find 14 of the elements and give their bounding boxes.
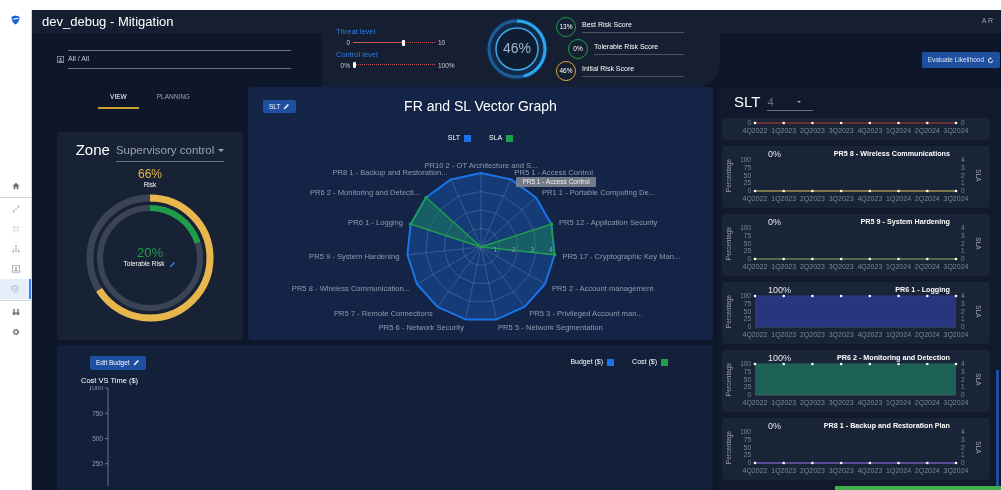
slt-dropdown[interactable]: 4: [767, 93, 814, 112]
window-title: dev_debug - Mitigation: [42, 12, 174, 31]
gauge-value: 46%: [502, 39, 532, 58]
percent-value: 0%: [768, 421, 781, 431]
risk-value: 66%: [138, 167, 162, 181]
tolerable-risk-value: 20%: [137, 246, 163, 260]
percent-value: 100%: [768, 285, 792, 295]
zone-dropdown[interactable]: Supervisory control: [115, 142, 225, 162]
percent-value: 0%: [768, 217, 781, 227]
chart-title: FR and SL Vector Graph: [404, 96, 557, 116]
percent-value: 0%: [768, 149, 781, 159]
slt-label: SLT: [734, 92, 761, 113]
zone-label: Zone: [75, 140, 110, 160]
percent-value: 100%: [768, 353, 792, 363]
